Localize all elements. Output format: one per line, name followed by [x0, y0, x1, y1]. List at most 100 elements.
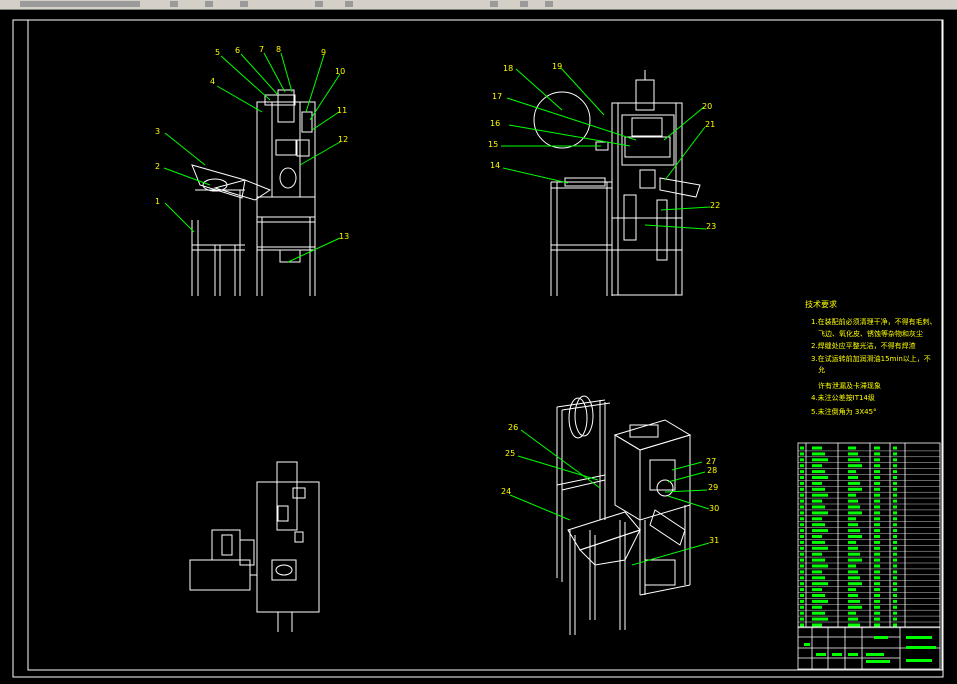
- toolbar-button[interactable]: [205, 1, 213, 7]
- parts-row-cell: [893, 552, 897, 556]
- parts-row-cell: [848, 546, 858, 550]
- balloon-label: 26: [508, 423, 518, 432]
- parts-row-cell: [812, 470, 825, 474]
- side-view-leaders: [501, 67, 711, 230]
- parts-row-cell: [893, 588, 897, 592]
- parts-row-cell: [812, 529, 828, 533]
- parts-row-cell: [812, 511, 828, 515]
- parts-row-cell: [893, 623, 897, 627]
- parts-row-cell: [812, 499, 822, 503]
- parts-row-cell: [874, 611, 880, 615]
- parts-row-cell: [874, 576, 880, 580]
- parts-row-cell: [848, 458, 860, 462]
- parts-row-cell: [893, 493, 897, 497]
- balloon-label: 4: [210, 77, 215, 86]
- parts-row-cell: [800, 481, 804, 485]
- parts-row-cell: [848, 446, 856, 450]
- parts-row-cell: [812, 552, 822, 556]
- tech-req-line: 允: [818, 365, 825, 374]
- toolbar-button[interactable]: [20, 1, 140, 7]
- tech-req-title: 技术要求: [805, 299, 837, 309]
- parts-row-cell: [893, 546, 897, 550]
- title-block-fills: [804, 636, 936, 663]
- parts-row-cell: [893, 605, 897, 609]
- parts-row-cell: [893, 540, 897, 544]
- parts-row-cell: [893, 511, 897, 515]
- parts-row-cell: [874, 564, 880, 568]
- parts-row-cell: [848, 605, 862, 609]
- parts-row-cell: [874, 481, 880, 485]
- parts-row-cell: [812, 487, 825, 491]
- cad-toolbar: [0, 0, 957, 10]
- parts-row-cell: [874, 605, 880, 609]
- balloon-label: 17: [492, 92, 502, 101]
- parts-row-cell: [848, 464, 862, 468]
- parts-row-cell: [848, 505, 860, 509]
- parts-row-cell: [893, 564, 897, 568]
- parts-row-cell: [893, 499, 897, 503]
- inner-frame: [27, 19, 943, 671]
- parts-row-cell: [800, 487, 804, 491]
- parts-row-cell: [812, 605, 822, 609]
- toolbar-button[interactable]: [170, 1, 178, 7]
- balloon-label: 24: [501, 487, 511, 496]
- parts-row-cell: [800, 558, 804, 562]
- parts-row-cell: [848, 588, 856, 592]
- toolbar-button[interactable]: [345, 1, 353, 7]
- tech-req-line: 飞边、氧化皮、锈蚀等杂物和灰尘: [818, 329, 923, 338]
- parts-row-cell: [800, 535, 804, 538]
- parts-row-cell: [874, 464, 880, 468]
- parts-row-cell: [812, 517, 822, 521]
- toolbar-button[interactable]: [490, 1, 498, 7]
- balloon-label: 8: [276, 45, 281, 54]
- toolbar-button[interactable]: [240, 1, 248, 7]
- parts-row-cell: [800, 552, 804, 556]
- toolbar-button[interactable]: [520, 1, 528, 7]
- parts-row-cell: [848, 599, 860, 603]
- balloon-label: 19: [552, 62, 562, 71]
- parts-row-cell: [800, 470, 804, 474]
- parts-row-cell: [800, 523, 804, 527]
- tech-req-line: 2.焊缝处应平整光洁，不得有焊渣: [811, 341, 916, 350]
- parts-row-cell: [812, 476, 828, 479]
- toolbar-button[interactable]: [545, 1, 553, 7]
- tech-req-line: 4.未注公差按IT14级: [811, 393, 875, 402]
- parts-row-cell: [874, 623, 880, 627]
- parts-row-cell: [848, 499, 858, 503]
- parts-row-cell: [800, 458, 804, 462]
- balloon-label: 30: [709, 504, 719, 513]
- parts-row-cell: [874, 517, 880, 521]
- parts-row-cell: [893, 517, 897, 521]
- parts-row-cell: [800, 617, 804, 621]
- parts-row-cell: [874, 540, 880, 544]
- parts-row-cell: [812, 623, 822, 627]
- parts-row-cell: [812, 546, 828, 550]
- parts-row-cell: [893, 611, 897, 615]
- parts-row-cell: [812, 458, 828, 462]
- balloon-label: 12: [338, 135, 348, 144]
- parts-row-cell: [800, 582, 804, 586]
- parts-row-cell: [812, 599, 828, 603]
- tech-req-line: 许有泄漏及卡滞现象: [818, 381, 881, 390]
- balloon-label: 25: [505, 449, 515, 458]
- parts-row-cell: [800, 546, 804, 550]
- front-view-leaders: [163, 52, 341, 263]
- toolbar-button[interactable]: [315, 1, 323, 7]
- drawing-canvas[interactable]: 1 2 3 4 5 6 7 8 9 10 11 12 13 14 15 16 1…: [0, 10, 957, 684]
- balloon-label: 18: [503, 64, 513, 73]
- parts-row-cell: [800, 499, 804, 503]
- parts-row-cell: [800, 576, 804, 580]
- parts-row-cell: [874, 546, 880, 550]
- parts-row-cell: [893, 535, 897, 538]
- parts-row-cell: [848, 570, 858, 574]
- parts-row-cell: [848, 493, 856, 497]
- parts-row-cell: [893, 594, 897, 597]
- balloon-label: 6: [235, 46, 240, 55]
- parts-row-cell: [800, 605, 804, 609]
- parts-row-cell: [874, 617, 880, 621]
- parts-row-cell: [848, 452, 858, 456]
- parts-row-cell: [812, 617, 828, 621]
- parts-row-cell: [812, 523, 825, 527]
- parts-row-cell: [812, 464, 822, 468]
- parts-row-cell: [848, 517, 856, 521]
